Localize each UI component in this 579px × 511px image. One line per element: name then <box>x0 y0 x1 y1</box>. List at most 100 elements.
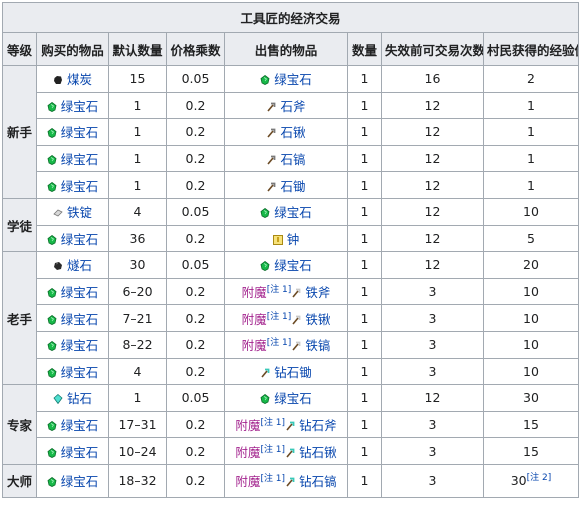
sell-item-cell: 附魔[注 1] 铁锹 <box>224 304 348 332</box>
sell-item-link[interactable]: 钻石镐 <box>299 474 337 489</box>
sell-item-cell: 附魔[注 1] 钻石锹 <box>224 437 348 465</box>
buy-item-link[interactable]: 绿宝石 <box>61 365 99 380</box>
sell-item-cell: 附魔[注 1] 铁斧 <box>224 277 348 306</box>
buy-item-link[interactable]: 绿宝石 <box>61 152 99 167</box>
emerald-icon-glyph <box>260 394 270 405</box>
emerald-icon-glyph <box>47 101 57 112</box>
emerald-icon <box>47 421 57 431</box>
footnote-link[interactable]: [注 1] <box>260 444 285 454</box>
sell-item-link[interactable]: 铁锹 <box>305 312 330 327</box>
sell-quantity: 1 <box>347 144 382 173</box>
default-quantity: 7–21 <box>108 304 167 332</box>
sell-item-cell: 石锹 <box>224 118 348 146</box>
emerald-icon <box>47 314 57 325</box>
villager-xp: 30 <box>523 390 539 406</box>
sell-item-link[interactable]: 铁斧 <box>305 285 330 300</box>
buy-item-cell: 绿宝石 <box>36 171 109 199</box>
emerald-icon-glyph <box>260 208 270 219</box>
footnote-link[interactable]: [注 1] <box>267 338 292 348</box>
trade-row: 绿宝石 4 0.2 钻石锄 1 3 10 <box>3 357 579 386</box>
enchant-link[interactable]: 附魔 <box>235 445 260 460</box>
iron-shovel-icon-glyph <box>292 315 301 325</box>
emerald-icon <box>47 155 57 166</box>
buy-item-link[interactable]: 绿宝石 <box>61 232 99 247</box>
trade-row: 大师 绿宝石 18–32 0.2 附魔[注 1] 钻石镐 1 3 30[注 2] <box>2 463 579 498</box>
iron-pickaxe-icon <box>291 341 301 351</box>
footnote-link[interactable]: [注 1] <box>267 311 292 321</box>
sell-item-link[interactable]: 钟 <box>287 232 300 247</box>
buy-item-cell: 燧石 <box>36 251 109 279</box>
sell-item-cell: 石锄 <box>224 171 348 199</box>
buy-item-link[interactable]: 钻石 <box>67 391 92 406</box>
price-multiplier: 0.2 <box>166 171 225 199</box>
sell-item-link[interactable]: 钻石锹 <box>299 445 337 460</box>
enchant-link[interactable]: 附魔 <box>235 418 260 433</box>
sell-item-link[interactable]: 石锹 <box>280 125 305 140</box>
sell-quantity: 1 <box>347 357 382 386</box>
buy-item-link[interactable]: 绿宝石 <box>61 125 99 140</box>
trade-row: 绿宝石 6–20 0.2 附魔[注 1] 铁斧 1 3 10 <box>3 277 579 306</box>
emerald-icon-glyph <box>47 421 57 431</box>
footnote-link[interactable]: [注 2] <box>527 473 552 483</box>
enchant-link[interactable]: 附魔 <box>242 312 267 327</box>
price-multiplier: 0.05 <box>166 384 225 412</box>
sell-item-link[interactable]: 石镐 <box>280 152 305 167</box>
trade-row: 绿宝石 7–21 0.2 附魔[注 1] 铁锹 1 3 10 <box>3 304 579 332</box>
buy-item-link[interactable]: 绿宝石 <box>61 99 99 114</box>
sell-quantity: 1 <box>347 384 382 412</box>
buy-item-link[interactable]: 铁锭 <box>67 205 92 220</box>
price-multiplier: 0.05 <box>166 251 225 279</box>
trade-table: 工具匠的经济交易 等级 购买的物品 默认数量 价格乘数 出售的物品 数量 失效前可交易次数村… <box>1 2 579 498</box>
buy-item-link[interactable]: 绿宝石 <box>61 312 99 327</box>
buy-item-link[interactable]: 绿宝石 <box>61 418 99 433</box>
sell-item-cell: 石镐 <box>224 144 348 173</box>
villager-xp: 1 <box>527 151 535 167</box>
buy-item-link[interactable]: 绿宝石 <box>61 445 99 460</box>
sell-quantity: 1 <box>347 304 382 332</box>
enchant-link[interactable]: 附魔 <box>235 474 260 489</box>
buy-item-link[interactable]: 绿宝石 <box>61 285 99 300</box>
sell-item-link[interactable]: 绿宝石 <box>274 391 312 406</box>
sell-item-link[interactable]: 石锄 <box>280 179 305 194</box>
footnote-link[interactable]: [注 1] <box>260 474 285 484</box>
buy-item-link[interactable]: 绿宝石 <box>61 338 99 353</box>
sell-item-link[interactable]: 绿宝石 <box>274 72 312 87</box>
iron-pickaxe-icon-glyph <box>292 341 301 351</box>
emerald-icon-glyph <box>260 75 270 86</box>
sell-item-link[interactable]: 钻石斧 <box>299 418 337 433</box>
footnote-link[interactable]: [注 1] <box>260 418 285 428</box>
flint-icon-glyph <box>53 262 62 271</box>
level-label: 老手 <box>2 251 37 386</box>
price-multiplier: 0.2 <box>166 224 225 253</box>
sell-item-link[interactable]: 石斧 <box>280 99 305 114</box>
default-quantity: 6–20 <box>108 277 167 306</box>
iron-shovel-icon <box>291 315 301 325</box>
sell-item-link[interactable]: 绿宝石 <box>274 205 312 220</box>
column-header: 村民获得的经验值 <box>482 32 579 66</box>
trade-row: 绿宝石 1 0.2 石镐 1 12 1 <box>3 144 579 173</box>
max-uses: 3 <box>381 304 484 332</box>
villager-xp: 15 <box>523 443 539 459</box>
trade-row: 绿宝石 10–24 0.2 附魔[注 1] 钻石锹 1 3 15 <box>3 437 579 465</box>
diamond-pickaxe-icon <box>285 477 295 487</box>
diamond-hoe-icon <box>260 368 270 378</box>
buy-item-link[interactable]: 煤炭 <box>67 72 92 87</box>
footnote-link[interactable]: [注 1] <box>267 285 292 295</box>
bell-icon-glyph <box>272 234 283 245</box>
max-uses: 3 <box>381 330 484 359</box>
buy-item-link[interactable]: 燧石 <box>67 258 92 273</box>
buy-item-cell: 钻石 <box>36 384 109 412</box>
buy-item-link[interactable]: 绿宝石 <box>61 474 99 489</box>
sell-item-link[interactable]: 铁镐 <box>305 338 330 353</box>
sell-item-link[interactable]: 钻石锄 <box>274 365 312 380</box>
default-quantity: 1 <box>108 384 167 412</box>
enchant-link[interactable]: 附魔 <box>242 285 267 300</box>
emerald-icon-glyph <box>47 341 57 352</box>
sell-item-link[interactable]: 绿宝石 <box>274 258 312 273</box>
buy-item-cell: 绿宝石 <box>36 91 109 120</box>
enchant-link[interactable]: 附魔 <box>242 338 267 353</box>
villager-xp-cell: 10 <box>482 197 579 226</box>
flint-icon <box>53 261 63 271</box>
max-uses: 3 <box>381 277 484 306</box>
buy-item-link[interactable]: 绿宝石 <box>61 179 99 194</box>
